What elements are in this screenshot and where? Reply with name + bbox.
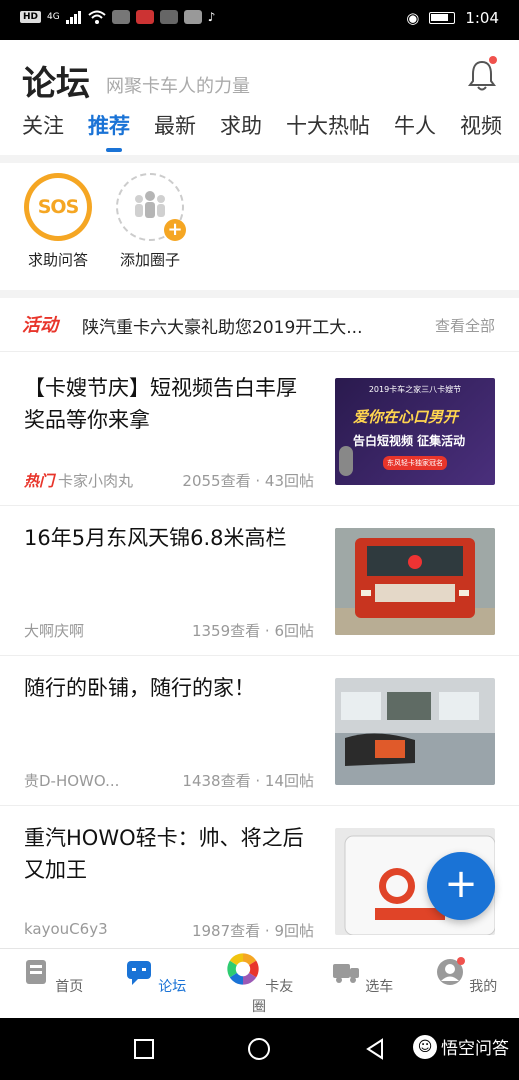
home-icon bbox=[25, 960, 46, 984]
profile-icon bbox=[436, 957, 465, 985]
home-circle-icon[interactable] bbox=[247, 1037, 271, 1061]
hd-indicator: HD bbox=[20, 11, 42, 23]
post-thumbnail: 2019卡车之家三八卡嫂节 爱你在心口男开 告白短视频 征集活动 东风轻卡独家冠… bbox=[335, 378, 495, 485]
divider bbox=[0, 290, 519, 298]
watermark-logo-icon: ☺ bbox=[413, 1034, 437, 1059]
circle-row: SOS 求助问答 + 添加圈子 bbox=[0, 163, 519, 290]
app-icon-3 bbox=[159, 10, 178, 24]
tab-top-ten[interactable]: 十大热帖 bbox=[286, 110, 370, 140]
post-author: 贵D-HOWO... bbox=[24, 772, 120, 790]
app-root: HD 4G ♪ ◉ 1:04 论坛 网聚卡车人的力量 关注 推荐 最新 求助 十… bbox=[0, 0, 519, 1080]
plus-icon: + bbox=[164, 219, 186, 241]
recents-icon[interactable] bbox=[134, 1039, 154, 1059]
tiktok-icon: ♪ bbox=[207, 10, 216, 24]
post-stats: 1359查看 · 6回帖 bbox=[191, 622, 314, 640]
nav-choose-car[interactable]: 选车 bbox=[322, 957, 402, 996]
battery-icon bbox=[429, 12, 456, 24]
circle-label: 求助问答 bbox=[27, 251, 88, 269]
truck-photo bbox=[335, 528, 495, 635]
post-stats: 1987查看 · 9回帖 bbox=[191, 922, 314, 940]
post-author: 大啊庆啊 bbox=[24, 622, 85, 640]
forum-icon bbox=[126, 961, 151, 985]
post-author: kayouC6y3 bbox=[24, 920, 108, 938]
post-item[interactable]: 16年5月东风天锦6.8米高栏 大啊庆啊 1359查看 · 6回帖 bbox=[0, 506, 519, 656]
post-title: 16年5月东风天锦6.8米高栏 bbox=[24, 526, 287, 550]
app-icon-1 bbox=[111, 10, 130, 24]
status-right: ◉ 1:04 bbox=[406, 9, 499, 27]
tab-help[interactable]: 求助 bbox=[220, 110, 262, 140]
nav-friends-circle[interactable]: 卡友圈 bbox=[219, 952, 299, 1016]
nav-label: 首页 bbox=[55, 979, 84, 995]
wifi-icon bbox=[88, 10, 106, 24]
signal-icon bbox=[65, 11, 81, 24]
thumb-line3: 告白短视频 征集活动 bbox=[353, 434, 466, 448]
back-icon[interactable] bbox=[364, 1038, 386, 1060]
new-post-button[interactable]: + bbox=[427, 852, 495, 920]
divider bbox=[0, 155, 519, 163]
add-group-icon: + bbox=[116, 173, 186, 241]
activity-badge: 活动 bbox=[22, 315, 58, 336]
status-bar: HD 4G ♪ ◉ 1:04 bbox=[0, 0, 519, 40]
tab-follow[interactable]: 关注 bbox=[22, 110, 64, 140]
friends-circle-icon bbox=[225, 952, 260, 986]
notification-dot bbox=[489, 56, 497, 64]
page-title: 论坛 bbox=[22, 64, 90, 104]
clock: 1:04 bbox=[465, 9, 499, 27]
tab-video[interactable]: 视频 bbox=[460, 110, 502, 140]
thumb-line1: 2019卡车之家三八卡嫂节 bbox=[368, 385, 462, 394]
nav-forum[interactable]: 论坛 bbox=[115, 957, 195, 996]
watermark-text: 悟空问答 bbox=[441, 1039, 509, 1059]
post-item[interactable]: 随行的卧铺，随行的家！ 贵D-HOWO... 1438查看 · 14回帖 bbox=[0, 656, 519, 806]
post-stats: 1438查看 · 14回帖 bbox=[182, 772, 314, 790]
activity-banner[interactable]: 活动 陕汽重卡六大豪礼助您2019开工大... 查看全部 bbox=[0, 298, 519, 352]
microphone-icon bbox=[339, 446, 353, 476]
thumb-line2: 爱你在心口男开 bbox=[353, 408, 459, 426]
tab-recommend[interactable]: 推荐 bbox=[88, 110, 130, 152]
nav-home[interactable]: 首页 bbox=[12, 957, 92, 996]
nav-label: 选车 bbox=[365, 979, 394, 995]
tab-experts[interactable]: 牛人 bbox=[394, 110, 436, 140]
sleeper-photo bbox=[335, 678, 495, 785]
post-title: 重汽HOWO轻卡：帅、将之后又加王 bbox=[24, 826, 304, 882]
watermark: ☺ 悟空问答 bbox=[413, 1034, 509, 1059]
circle-add-group[interactable]: + 添加圈子 bbox=[104, 173, 196, 270]
system-nav-bar: ☺ 悟空问答 bbox=[0, 1018, 519, 1080]
app-icon-2 bbox=[135, 10, 154, 24]
post-thumbnail bbox=[335, 528, 495, 635]
status-left: HD 4G ♪ bbox=[20, 10, 215, 24]
activity-text: 陕汽重卡六大豪礼助您2019开工大... bbox=[82, 318, 363, 338]
app-icon-4 bbox=[183, 10, 202, 24]
post-author: 卡家小肉丸 bbox=[58, 472, 134, 490]
network-indicator: 4G bbox=[47, 12, 60, 22]
eye-icon: ◉ bbox=[406, 9, 420, 27]
bottom-nav: 首页 论坛 卡友圈 选车 我的 bbox=[0, 948, 519, 1018]
nav-me[interactable]: 我的 bbox=[426, 957, 506, 996]
hot-badge: 热门 bbox=[24, 472, 55, 490]
sos-icon: SOS bbox=[24, 173, 92, 241]
post-title: 随行的卧铺，随行的家！ bbox=[24, 676, 255, 700]
circle-help-qa[interactable]: SOS 求助问答 bbox=[12, 173, 104, 270]
tab-latest[interactable]: 最新 bbox=[154, 110, 196, 140]
circle-label: 添加圈子 bbox=[119, 251, 180, 269]
post-stats: 2055查看 · 43回帖 bbox=[182, 472, 314, 490]
nav-label: 我的 bbox=[469, 979, 498, 995]
tab-bar: 关注 推荐 最新 求助 十大热帖 牛人 视频 bbox=[22, 110, 502, 152]
post-item[interactable]: 【卡嫂节庆】短视频告白丰厚奖品等你来拿 热门 卡家小肉丸 2055查看 · 43回… bbox=[0, 356, 519, 506]
truck-icon bbox=[332, 964, 359, 983]
post-title: 【卡嫂节庆】短视频告白丰厚奖品等你来拿 bbox=[24, 376, 297, 432]
page-subtitle: 网聚卡车人的力量 bbox=[106, 76, 250, 97]
post-thumbnail bbox=[335, 678, 495, 785]
view-all-link[interactable]: 查看全部 bbox=[435, 315, 495, 336]
page-header: 论坛 网聚卡车人的力量 关注 推荐 最新 求助 十大热帖 牛人 视频 bbox=[0, 40, 519, 155]
thumb-line4: 东风轻卡独家冠名 bbox=[383, 456, 447, 470]
people-icon bbox=[135, 191, 165, 218]
nav-label: 论坛 bbox=[158, 979, 187, 995]
